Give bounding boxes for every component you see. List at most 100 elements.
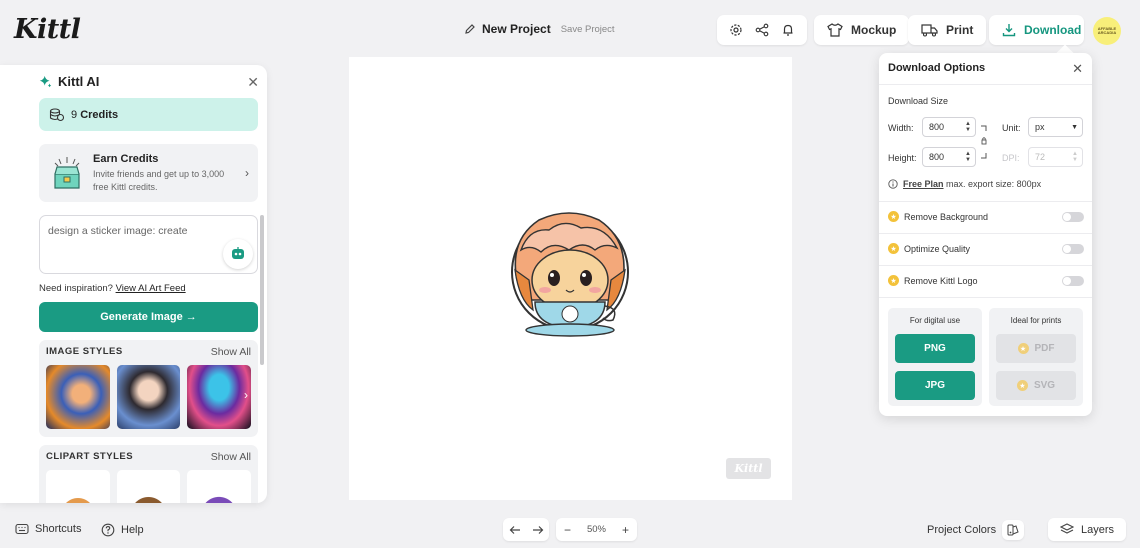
pdf-button[interactable]: ★ PDF xyxy=(996,334,1076,363)
earn-credits-card[interactable]: Earn Credits Invite friends and get up t… xyxy=(39,144,258,202)
image-styles-show-all[interactable]: Show All xyxy=(211,346,251,358)
help-icon xyxy=(101,523,115,537)
undo-icon[interactable] xyxy=(509,525,521,535)
bell-icon[interactable] xyxy=(781,23,795,37)
download-button[interactable]: Download xyxy=(989,15,1084,45)
credits-badge[interactable]: 9 Credits xyxy=(39,98,258,131)
clipart-style-thumbnail[interactable] xyxy=(116,470,181,503)
layers-icon xyxy=(1059,523,1074,536)
stepper-arrows-icon[interactable]: ▲ ▼ xyxy=(965,151,971,163)
dpi-input[interactable]: 72 ▲ ▼ xyxy=(1028,147,1083,167)
optimize-quality-toggle[interactable] xyxy=(1062,243,1084,254)
avatar-text: AFFABLE ARCADIA xyxy=(1097,26,1117,35)
kittl-logo[interactable]: Kittl xyxy=(14,14,81,45)
width-input[interactable]: 800 ▲ ▼ xyxy=(922,117,976,137)
info-icon xyxy=(888,179,898,189)
kittl-watermark: Kittl xyxy=(726,458,771,479)
optimize-quality-option[interactable]: ★ Optimize Quality xyxy=(888,243,1084,254)
color-palette-icon[interactable] xyxy=(1002,519,1025,540)
remove-kittl-logo-toggle[interactable] xyxy=(1062,275,1084,286)
unit-value: px xyxy=(1035,122,1045,132)
shortcuts-button[interactable]: Shortcuts xyxy=(15,523,81,535)
help-button[interactable]: Help xyxy=(101,523,144,537)
layers-button[interactable]: Layers xyxy=(1048,518,1126,541)
remove-background-option[interactable]: ★ Remove Background xyxy=(888,211,1084,222)
dropdown-arrow-icon: ▼ xyxy=(1071,123,1078,131)
remove-background-toggle[interactable] xyxy=(1062,211,1084,222)
remove-kittl-logo-option[interactable]: ★ Remove Kittl Logo xyxy=(888,275,1084,286)
download-icon xyxy=(1002,23,1016,37)
image-style-thumbnail[interactable] xyxy=(116,365,181,429)
clipart-style-thumbnail[interactable] xyxy=(46,470,110,503)
earn-credits-description: Invite friends and get up to 3,000 free … xyxy=(93,168,225,192)
prompt-input[interactable]: design a sticker image: create xyxy=(39,215,258,274)
redo-icon[interactable] xyxy=(532,525,544,535)
width-label: Width: xyxy=(888,123,914,133)
zoom-in-icon[interactable]: + xyxy=(622,523,629,537)
divider xyxy=(879,233,1092,234)
design-canvas[interactable] xyxy=(349,57,792,500)
close-icon[interactable]: ✕ xyxy=(1072,61,1083,77)
width-value: 800 xyxy=(929,122,945,132)
dpi-label: DPI: xyxy=(1002,153,1020,163)
zoom-level[interactable]: 50% xyxy=(587,524,606,535)
pdf-label: PDF xyxy=(1034,343,1055,354)
image-style-thumbnail[interactable] xyxy=(187,365,252,429)
ai-assistant-icon[interactable] xyxy=(223,239,253,269)
svg-button[interactable]: ★ SVG xyxy=(996,371,1076,400)
plan-limit-text: max. export size: 800px xyxy=(946,179,1042,189)
print-button[interactable]: Print xyxy=(908,15,987,45)
png-button[interactable]: PNG xyxy=(895,334,975,363)
project-colors-control[interactable]: Project Colors xyxy=(927,518,1025,541)
height-value: 800 xyxy=(929,152,945,162)
digital-formats-box: For digital use PNG JPG xyxy=(888,308,982,406)
free-plan-link[interactable]: Free Plan xyxy=(903,179,944,189)
save-project-link[interactable]: Save Project xyxy=(561,24,615,35)
pencil-icon[interactable] xyxy=(464,23,476,35)
clipart-styles-show-all[interactable]: Show All xyxy=(211,451,251,463)
settings-icon[interactable] xyxy=(729,23,743,37)
help-label: Help xyxy=(121,524,144,536)
premium-star-icon: ★ xyxy=(888,243,899,254)
layers-label: Layers xyxy=(1080,523,1115,536)
generate-image-button[interactable]: Generate Image → xyxy=(39,302,258,332)
premium-star-icon: ★ xyxy=(888,211,899,222)
divider xyxy=(879,201,1092,202)
height-input[interactable]: 800 ▲ ▼ xyxy=(922,147,976,167)
mockup-button[interactable]: Mockup xyxy=(814,15,910,45)
sticker-artwork[interactable] xyxy=(509,210,631,340)
height-label: Height: xyxy=(888,153,917,163)
ai-panel-header: Kittl AI xyxy=(39,65,258,97)
ai-panel-scrollbar[interactable] xyxy=(260,215,264,365)
project-name[interactable]: New Project xyxy=(482,22,551,36)
ai-art-feed-link[interactable]: View AI Art Feed xyxy=(116,283,186,294)
clipart-styles-section: CLIPART STYLES Show All xyxy=(39,445,258,503)
project-title-bar: New Project Save Project xyxy=(464,22,615,36)
user-avatar[interactable]: AFFABLE ARCADIA xyxy=(1093,17,1121,45)
stepper-arrows-icon[interactable]: ▲ ▼ xyxy=(965,121,971,133)
keyboard-icon xyxy=(15,523,29,535)
remove-background-label: Remove Background xyxy=(904,211,989,222)
aspect-lock-icon[interactable] xyxy=(980,125,988,159)
svg-label: SVG xyxy=(1033,380,1056,391)
print-formats-box: Ideal for prints ★ PDF ★ SVG xyxy=(989,308,1083,406)
chevron-right-icon: › xyxy=(245,166,249,180)
carousel-next-icon[interactable]: › xyxy=(244,388,248,402)
divider xyxy=(879,84,1092,85)
unit-label: Unit: xyxy=(1002,123,1021,133)
jpg-button[interactable]: JPG xyxy=(895,371,975,400)
ai-panel-title: Kittl AI xyxy=(58,73,100,89)
kittl-ai-panel: ✕ Kittl AI 9 Credits Earn Credits Invite… xyxy=(0,65,267,503)
download-size-label: Download Size xyxy=(888,96,949,106)
share-icon[interactable] xyxy=(755,23,769,37)
clipart-style-thumbnail[interactable] xyxy=(187,470,252,503)
treasure-chest-icon xyxy=(51,154,83,192)
coins-icon xyxy=(49,107,65,122)
unit-select[interactable]: px ▼ xyxy=(1028,117,1083,137)
tshirt-icon xyxy=(827,23,843,37)
print-caption: Ideal for prints xyxy=(1010,316,1062,325)
zoom-out-icon[interactable]: − xyxy=(564,523,571,537)
dpi-value: 72 xyxy=(1035,152,1046,162)
image-style-thumbnail[interactable] xyxy=(46,365,110,429)
premium-star-icon: ★ xyxy=(888,275,899,286)
